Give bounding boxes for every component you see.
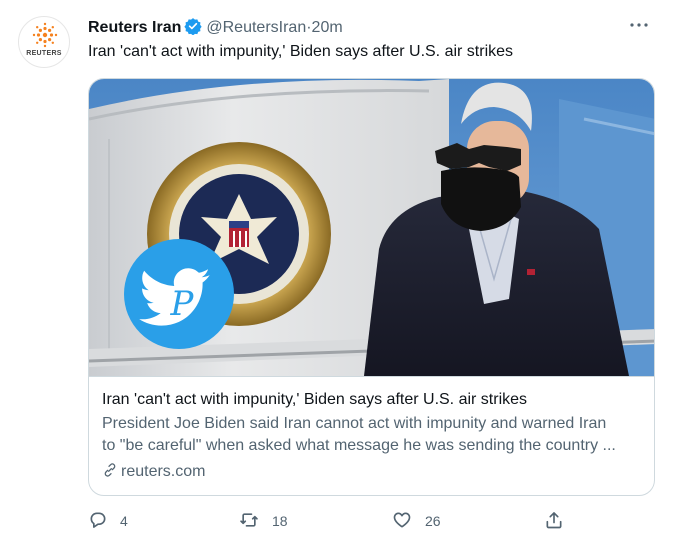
reply-count: 4: [120, 513, 128, 529]
card-description-line: to "be careful" when asked what message …: [102, 437, 616, 454]
like-count: 26: [425, 513, 441, 529]
like-button[interactable]: 26: [391, 510, 441, 534]
tweet-text: Iran 'can't act with impunity,' Biden sa…: [88, 43, 514, 60]
tweet[interactable]: REUTERS Reuters Iran @ReutersIran·20m Ira…: [0, 0, 685, 550]
link-icon: [104, 463, 116, 477]
retweet-icon: [240, 513, 258, 527]
card-body[interactable]: Iran 'can't act with impunity,' Biden sa…: [89, 376, 654, 495]
retweet-button[interactable]: 18: [238, 510, 288, 534]
tweet-header: Reuters Iran @ReutersIran·20m: [88, 17, 343, 39]
share-icon: [546, 512, 562, 529]
share-button[interactable]: [544, 510, 564, 534]
reply-button[interactable]: 4: [88, 510, 128, 534]
card-description: President Joe Biden said Iran cannot act…: [102, 413, 647, 457]
reply-icon: [90, 512, 106, 528]
card-title: Iran 'can't act with impunity,' Biden sa…: [102, 391, 528, 408]
avatar-logo-text: REUTERS: [26, 50, 62, 57]
link-card[interactable]: P Iran 'can't act with impunity,' Biden …: [88, 78, 655, 496]
action-bar: 4 18 26: [88, 510, 578, 534]
card-domain-text: reuters.com: [121, 463, 206, 480]
card-image[interactable]: P: [89, 79, 654, 376]
card-description-line: President Joe Biden said Iran cannot act…: [102, 415, 607, 432]
timestamp[interactable]: 20m: [312, 19, 343, 36]
svg-text:P: P: [170, 284, 195, 324]
retweet-count: 18: [272, 513, 288, 529]
reuters-logo-icon: [32, 22, 58, 48]
account-handle[interactable]: @ReutersIran: [206, 19, 306, 36]
account-name[interactable]: Reuters Iran: [88, 19, 181, 36]
more-options-icon[interactable]: [626, 16, 652, 36]
twitter-bird-icon: P: [124, 239, 234, 349]
verified-badge-icon: [184, 17, 202, 40]
heart-icon: [393, 512, 411, 528]
card-domain: reuters.com: [102, 462, 205, 481]
avatar[interactable]: REUTERS: [18, 16, 70, 68]
